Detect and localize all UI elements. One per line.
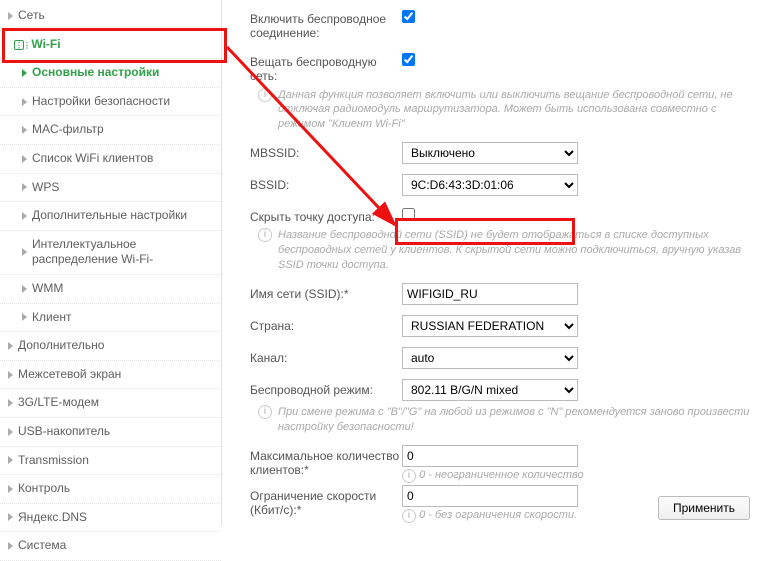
sidebar-item-usb[interactable]: USB-накопитель [0, 418, 221, 447]
info-icon: i [402, 469, 416, 483]
mbssid-select[interactable]: Выключено [402, 142, 578, 164]
country-select[interactable]: RUSSIAN FEDERATION [402, 315, 578, 337]
sidebar: Сеть ⋮⋮ Wi-Fi Основные настройки Настрой… [0, 0, 222, 526]
sidebar-item-wmm[interactable]: WMM [0, 275, 221, 304]
hide-ap-hint: Название беспроводной сети (SSID) не буд… [278, 228, 754, 273]
rate-limit-input[interactable] [402, 485, 578, 507]
sidebar-item-label: Список WiFi клиентов [32, 151, 153, 165]
sidebar-item-client[interactable]: Клиент [0, 304, 221, 333]
sidebar-item-label: Клиент [32, 310, 72, 324]
caret-right-icon [8, 542, 13, 550]
sidebar-item-wps[interactable]: WPS [0, 174, 221, 203]
max-clients-input[interactable] [402, 445, 578, 467]
sidebar-item-transmission[interactable]: Transmission [0, 447, 221, 476]
sidebar-item-label: Яндекс.DNS [18, 510, 87, 524]
sidebar-item-label: Интеллектуальное распределение Wi-Fi- [32, 237, 153, 267]
sidebar-item-label: Дополнительные настройки [32, 208, 187, 222]
apply-button[interactable]: Применить [658, 496, 750, 520]
caret-right-icon [22, 248, 27, 256]
info-icon: i [402, 509, 416, 523]
caret-right-icon [22, 155, 27, 163]
info-icon: i [258, 228, 272, 242]
sidebar-item-label: Сеть [18, 8, 45, 22]
broadcast-label: Вещать беспроводную сеть: [250, 51, 402, 84]
sidebar-item-client-list[interactable]: Список WiFi клиентов [0, 145, 221, 174]
sidebar-item-label: USB-накопитель [18, 424, 110, 438]
sidebar-item-3g-lte[interactable]: 3G/LTE-модем [0, 389, 221, 418]
ssid-label: Имя сети (SSID):* [250, 283, 402, 301]
sidebar-item-mac-filter[interactable]: MAC-фильтр [0, 116, 221, 145]
sidebar-item-security[interactable]: Настройки безопасности [0, 88, 221, 117]
caret-right-icon [22, 285, 27, 293]
enable-wireless-label: Включить беспроводное соединение: [250, 8, 402, 41]
sidebar-item-label: Контроль [18, 481, 70, 495]
rate-limit-hint: 0 - без ограничения скорости. [419, 509, 577, 521]
enable-wireless-checkbox[interactable] [402, 10, 415, 23]
sidebar-item-label: Transmission [18, 453, 89, 467]
caret-right-icon [8, 342, 13, 350]
channel-label: Канал: [250, 347, 402, 365]
caret-right-icon [22, 313, 27, 321]
caret-right-icon [8, 371, 13, 379]
sidebar-item-wifi[interactable]: ⋮⋮ Wi-Fi [0, 31, 221, 60]
sidebar-item-label: Настройки безопасности [32, 94, 170, 108]
country-label: Страна: [250, 315, 402, 333]
hide-ap-checkbox[interactable] [402, 208, 415, 221]
sidebar-item-firewall[interactable]: Межсетевой экран [0, 361, 221, 390]
caret-right-icon [8, 485, 13, 493]
info-icon: i [258, 88, 272, 102]
hide-ap-label: Скрыть точку доступа: [250, 206, 402, 224]
caret-right-icon [22, 212, 27, 220]
wifi-icon: ⋮⋮ [14, 40, 24, 50]
channel-select[interactable]: auto [402, 347, 578, 369]
bssid-label: BSSID: [250, 174, 402, 192]
bssid-select[interactable]: 9C:D6:43:3D:01:06 [402, 174, 578, 196]
sidebar-item-control[interactable]: Контроль [0, 475, 221, 504]
mbssid-label: MBSSID: [250, 142, 402, 160]
sidebar-item-label: Wi-Fi [31, 37, 60, 51]
sidebar-item-network[interactable]: Сеть [0, 2, 221, 31]
caret-right-icon [8, 456, 13, 464]
sidebar-item-label: Основные настройки [32, 65, 159, 79]
caret-right-icon [22, 183, 27, 191]
caret-right-icon [8, 399, 13, 407]
sidebar-item-label: 3G/LTE-модем [18, 395, 99, 409]
broadcast-checkbox[interactable] [402, 53, 415, 66]
sidebar-item-extra[interactable]: Дополнительно [0, 332, 221, 361]
caret-right-icon [22, 98, 27, 106]
caret-right-icon [8, 513, 13, 521]
caret-right-icon [8, 12, 13, 20]
sidebar-item-label: MAC-фильтр [32, 122, 104, 136]
mode-select[interactable]: 802.11 B/G/N mixed [402, 379, 578, 401]
sidebar-item-label: WMM [32, 281, 63, 295]
caret-right-icon [22, 126, 27, 134]
caret-right-icon [22, 69, 27, 77]
sidebar-item-smart-wifi[interactable]: Интеллектуальное распределение Wi-Fi- [0, 231, 221, 275]
info-icon: i [258, 405, 272, 419]
sidebar-item-label: Система [18, 538, 66, 552]
ssid-input[interactable] [402, 283, 578, 305]
sidebar-item-basic-settings[interactable]: Основные настройки [0, 59, 221, 88]
settings-form: Включить беспроводное соединение: Вещать… [222, 0, 768, 526]
sidebar-item-label: Дополнительно [18, 338, 104, 352]
sidebar-item-label: WPS [32, 180, 59, 194]
caret-right-icon [8, 428, 13, 436]
rate-limit-label: Ограничение скорости (Кбит/c):* [250, 485, 402, 518]
sidebar-item-system[interactable]: Система [0, 532, 221, 561]
sidebar-item-advanced[interactable]: Дополнительные настройки [0, 202, 221, 231]
mode-hint: При смене режима с "B"/"G" на любой из р… [278, 405, 754, 435]
max-clients-label: Максимальное количество клиентов:* [250, 445, 402, 478]
broadcast-hint: Данная функция позволяет включить или вы… [278, 88, 754, 133]
mode-label: Беспроводной режим: [250, 379, 402, 397]
sidebar-item-label: Межсетевой экран [18, 367, 121, 381]
sidebar-item-yandex-dns[interactable]: Яндекс.DNS [0, 504, 221, 533]
max-clients-hint: 0 - неограниченное количество [419, 469, 584, 481]
